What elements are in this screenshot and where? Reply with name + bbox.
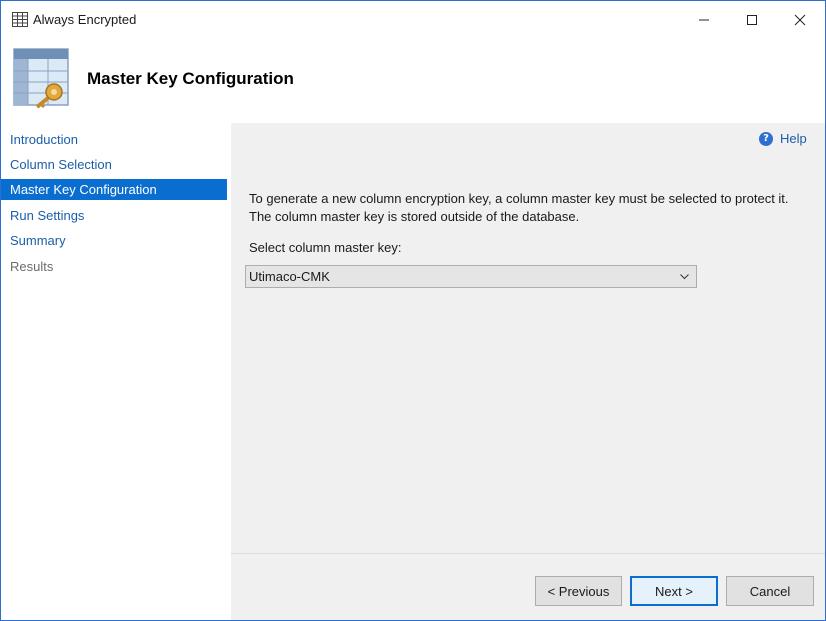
table-key-icon <box>13 48 69 109</box>
content-panel: ? Help To generate a new column encrypti… <box>231 123 825 553</box>
nav-item-results: Results <box>10 259 54 274</box>
nav-item-column-selection[interactable]: Column Selection <box>1 154 227 175</box>
select-cmk-label: Select column master key: <box>249 240 402 255</box>
help-label: Help <box>780 131 807 146</box>
nav-item-introduction[interactable]: Introduction <box>1 129 227 150</box>
cancel-button[interactable]: Cancel <box>726 576 814 606</box>
maximize-icon <box>747 15 757 25</box>
description-text: To generate a new column encryption key,… <box>249 191 789 224</box>
app-icon <box>12 12 28 27</box>
chevron-down-icon <box>679 266 689 287</box>
minimize-button[interactable] <box>681 1 727 39</box>
wizard-footer: < Previous Next > Cancel <box>231 553 825 620</box>
column-master-key-select[interactable]: Utimaco-CMK <box>245 265 697 288</box>
wizard-steps-nav: Introduction Column Selection Master Key… <box>1 123 229 620</box>
window-title: Always Encrypted <box>33 12 137 27</box>
maximize-button[interactable] <box>729 1 775 39</box>
nav-item-summary[interactable]: Summary <box>1 230 227 251</box>
minimize-icon <box>699 19 709 21</box>
next-button[interactable]: Next > <box>630 576 718 606</box>
help-link[interactable]: ? Help <box>759 131 807 146</box>
close-button[interactable] <box>777 1 823 39</box>
select-value: Utimaco-CMK <box>249 269 330 284</box>
wizard-window: Always Encrypted Master Key Configuratio <box>0 0 826 621</box>
nav-item-master-key-configuration[interactable]: Master Key Configuration <box>1 179 227 200</box>
page-title: Master Key Configuration <box>87 69 294 88</box>
previous-button[interactable]: < Previous <box>535 576 622 606</box>
title-bar: Always Encrypted <box>1 1 825 39</box>
close-icon <box>794 14 806 26</box>
wizard-header: Master Key Configuration <box>1 39 825 123</box>
help-icon: ? <box>759 131 773 146</box>
nav-item-run-settings[interactable]: Run Settings <box>1 205 227 226</box>
